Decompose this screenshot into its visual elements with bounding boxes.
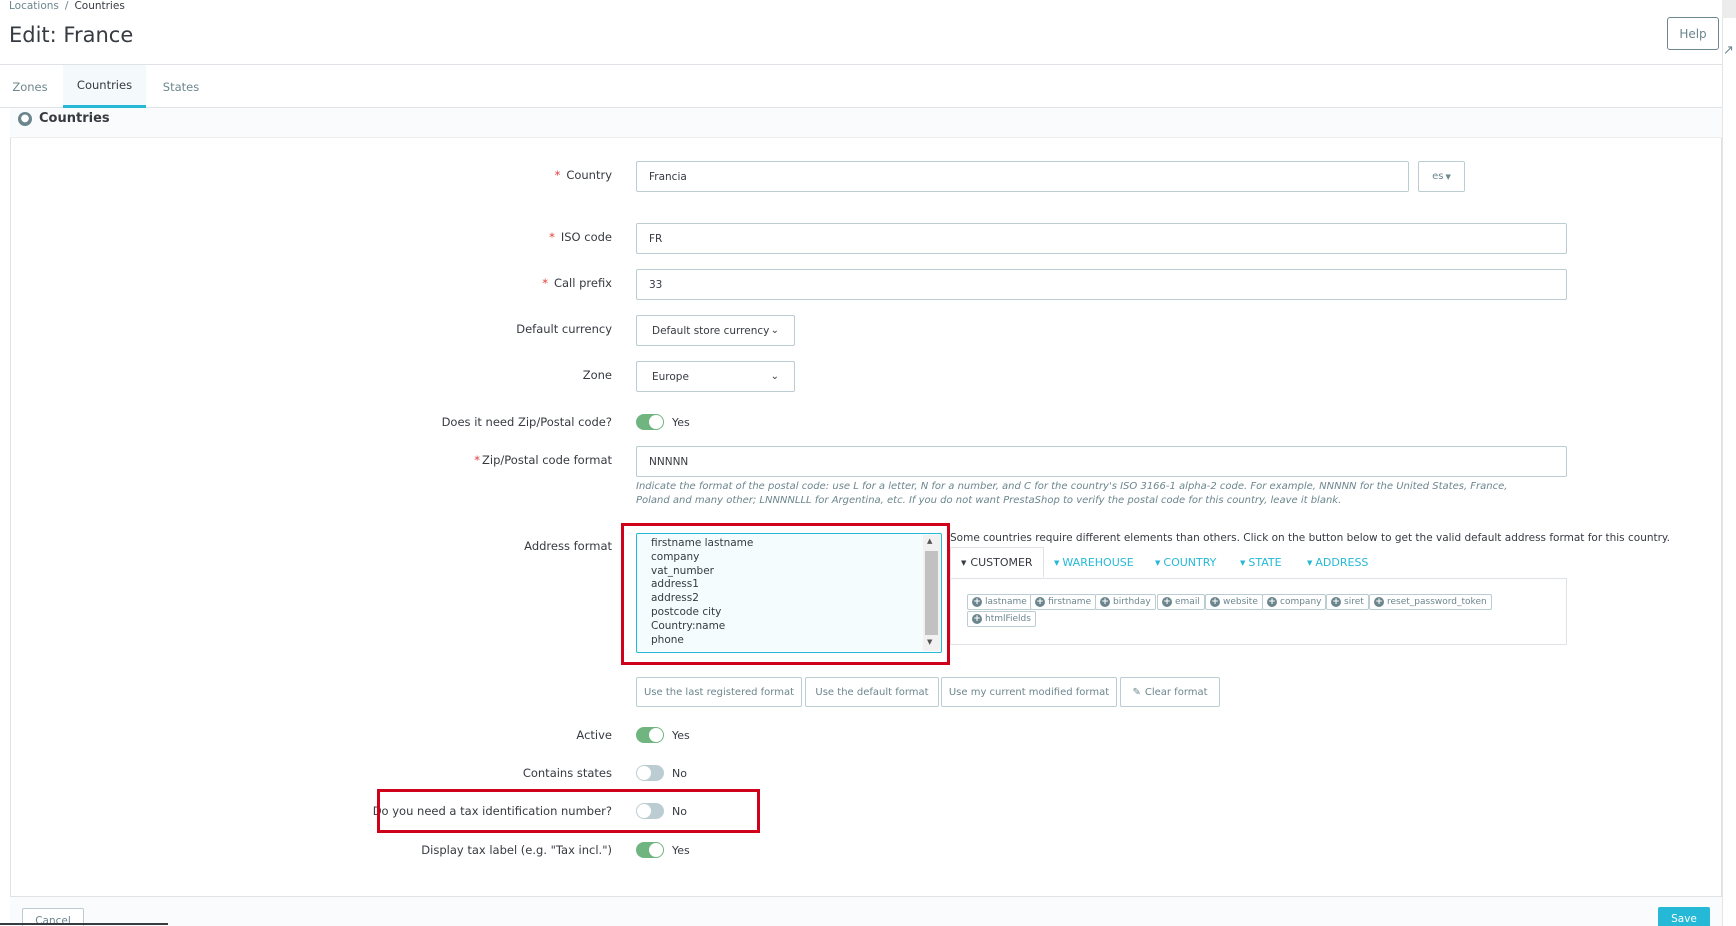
sidebar-scroll-handle[interactable]: [1722, 0, 1736, 18]
right-sidebar: [1722, 0, 1736, 926]
default-currency-select[interactable]: Default store currency ⌄: [636, 315, 795, 346]
field-chip-reset-password-token[interactable]: + reset_password_token: [1369, 594, 1492, 610]
field-chip-firstname[interactable]: + firstname: [1030, 594, 1097, 610]
use-last-format-button[interactable]: Use the last registered format: [636, 677, 802, 707]
caret-down-icon: ▼: [1155, 558, 1161, 567]
highlight-box-address-format: [621, 523, 950, 665]
zone-label: Zone: [582, 368, 612, 382]
zone-select[interactable]: Europe ⌄: [636, 361, 795, 392]
panel-title: Countries: [39, 111, 110, 126]
need-zip-toggle[interactable]: [636, 414, 664, 430]
format-tab-state[interactable]: ▼ STATE: [1240, 547, 1282, 578]
format-tab-address[interactable]: ▼ ADDRESS: [1307, 547, 1368, 578]
tab-zones[interactable]: Zones: [0, 65, 60, 108]
field-chip-siret[interactable]: + siret: [1326, 594, 1369, 610]
format-tab-content: [950, 578, 1567, 645]
chevron-down-icon: ⌄: [770, 325, 779, 336]
zip-format-label: * Zip/Postal code format: [474, 453, 612, 467]
field-chip-birthday[interactable]: + birthday: [1095, 594, 1156, 610]
active-toggle[interactable]: [636, 727, 664, 743]
caret-down-icon: ▼: [1307, 558, 1313, 567]
plus-icon: +: [1162, 597, 1172, 607]
language-dropdown[interactable]: es ▼: [1418, 161, 1465, 192]
panel-header: [10, 108, 1722, 138]
country-label: * Country: [554, 168, 612, 182]
iso-code-label: * ISO code: [549, 230, 612, 244]
address-format-info: Some countries require different element…: [950, 532, 1670, 544]
display-tax-toggle[interactable]: [636, 842, 664, 858]
save-button[interactable]: Save: [1658, 907, 1710, 926]
display-tax-label: Display tax label (e.g. "Tax incl."): [421, 843, 612, 857]
format-tab-warehouse[interactable]: ▼ WAREHOUSE: [1054, 547, 1134, 578]
caret-down-icon: ▼: [1054, 558, 1060, 567]
field-chip-htmlfields[interactable]: + htmlFields: [967, 611, 1036, 627]
zip-format-input[interactable]: NNNNN: [636, 446, 1567, 477]
clear-format-button[interactable]: ✎ Clear format: [1120, 677, 1220, 707]
tab-states[interactable]: States: [150, 65, 212, 108]
plus-icon: +: [1035, 597, 1045, 607]
contains-states-state: No: [672, 767, 687, 780]
breadcrumb-link-locations[interactable]: Locations: [9, 0, 59, 12]
bottom-divider: [0, 923, 168, 925]
eraser-icon: ✎: [1132, 686, 1141, 698]
default-currency-label: Default currency: [516, 322, 612, 336]
field-chip-company[interactable]: + company: [1262, 594, 1327, 610]
page-title: Edit: France: [9, 23, 134, 47]
format-tab-country[interactable]: ▼ COUNTRY: [1155, 547, 1216, 578]
share-icon[interactable]: ↗: [1723, 44, 1735, 58]
breadcrumb-current: Countries: [74, 0, 125, 12]
active-label: Active: [576, 728, 612, 742]
contains-states-label: Contains states: [522, 766, 612, 780]
call-prefix-input[interactable]: 33: [636, 269, 1567, 300]
caret-down-icon: ▼: [961, 558, 967, 567]
need-zip-label: Does it need Zip/Postal code?: [441, 415, 612, 429]
tab-bar: [0, 65, 1722, 108]
field-chip-lastname[interactable]: + lastname: [967, 594, 1032, 610]
contains-states-toggle[interactable]: [636, 765, 664, 781]
zip-format-hint: Indicate the format of the postal code: …: [636, 481, 1508, 506]
active-state: Yes: [672, 729, 690, 742]
call-prefix-label: * Call prefix: [542, 276, 612, 290]
page-header: [0, 0, 1724, 65]
use-modified-format-button[interactable]: Use my current modified format: [941, 677, 1117, 707]
plus-icon: +: [1267, 597, 1277, 607]
address-format-label: Address format: [524, 539, 612, 553]
highlight-box-tax-id: [377, 789, 760, 833]
tab-countries[interactable]: Countries: [63, 65, 146, 108]
breadcrumb: Locations / Countries: [9, 0, 125, 12]
caret-down-icon: ▼: [1445, 172, 1451, 181]
use-default-format-button[interactable]: Use the default format: [805, 677, 939, 707]
plus-icon: +: [1374, 597, 1384, 607]
iso-code-input[interactable]: FR: [636, 223, 1567, 254]
globe-icon: ●: [18, 112, 32, 126]
format-tab-customer[interactable]: ▼ CUSTOMER: [950, 547, 1044, 578]
plus-icon: +: [972, 614, 982, 624]
plus-icon: +: [972, 597, 982, 607]
plus-icon: +: [1100, 597, 1110, 607]
chevron-down-icon: ⌄: [770, 371, 779, 382]
country-name-input[interactable]: Francia: [636, 161, 1409, 192]
plus-icon: +: [1331, 597, 1341, 607]
field-chip-email[interactable]: + email: [1157, 594, 1205, 610]
caret-down-icon: ▼: [1240, 558, 1246, 567]
panel-footer: [10, 896, 1722, 926]
display-tax-state: Yes: [672, 844, 690, 857]
help-button[interactable]: Help: [1667, 17, 1719, 50]
plus-icon: +: [1210, 597, 1220, 607]
field-chip-website[interactable]: + website: [1205, 594, 1263, 610]
need-zip-state: Yes: [672, 416, 690, 429]
